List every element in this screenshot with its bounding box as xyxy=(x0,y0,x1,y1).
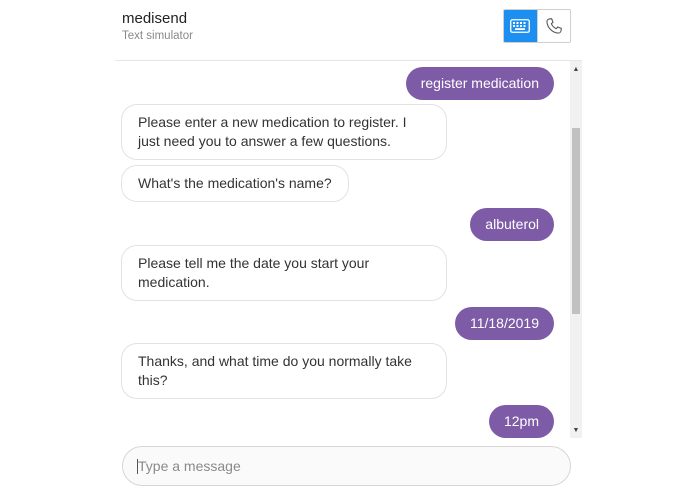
message-input[interactable] xyxy=(123,447,570,485)
scroll-down-arrow-icon[interactable]: ▼ xyxy=(570,424,582,436)
message-bubble-user: 12pm xyxy=(488,405,554,438)
input-mode-toggle xyxy=(503,9,571,43)
text-caret xyxy=(137,459,138,474)
message-bubble-bot: What's the medication's name? xyxy=(121,165,349,202)
scroll-up-arrow-icon[interactable]: ▲ xyxy=(570,63,582,75)
phone-icon xyxy=(546,18,562,34)
chat-header: medisend Text simulator xyxy=(0,0,695,60)
message-bubble-bot: Please tell me the date you start your m… xyxy=(121,245,447,301)
scrollbar-thumb[interactable] xyxy=(572,128,580,314)
message-bubble-user: albuterol xyxy=(470,208,554,241)
message-scrollbar[interactable]: ▲ ▼ xyxy=(570,61,582,438)
message-bubble-bot: Please enter a new medication to registe… xyxy=(121,104,447,160)
app-subtitle: Text simulator xyxy=(122,30,193,42)
keyboard-icon xyxy=(510,19,531,33)
message-list: register medication Please enter a new m… xyxy=(115,61,570,438)
app-title: medisend xyxy=(122,10,188,27)
message-bubble-bot: Thanks, and what time do you normally ta… xyxy=(121,343,447,399)
keyboard-mode-button[interactable] xyxy=(504,10,537,42)
message-input-box[interactable] xyxy=(122,446,571,486)
message-bubble-user: 11/18/2019 xyxy=(454,307,554,340)
phone-mode-button[interactable] xyxy=(536,10,570,42)
message-bubble-user: register medication xyxy=(405,67,554,100)
